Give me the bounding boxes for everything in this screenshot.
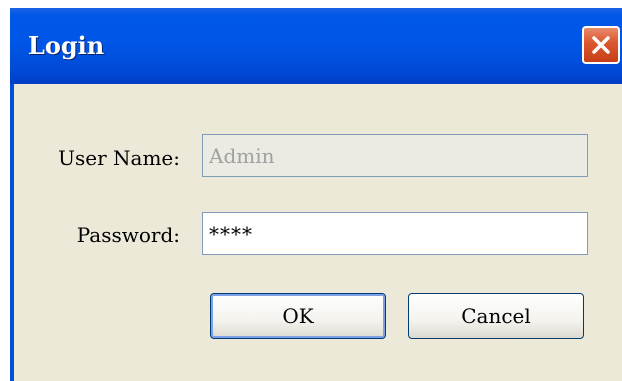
- window-frame: [10, 84, 14, 381]
- close-button[interactable]: [582, 26, 620, 64]
- login-dialog: Login User Name: Password: OK Cancel: [10, 8, 622, 381]
- password-label: Password:: [76, 223, 180, 247]
- username-label: User Name:: [58, 146, 180, 170]
- password-field[interactable]: [202, 212, 588, 255]
- username-field: [202, 134, 588, 177]
- close-icon: [592, 36, 610, 54]
- title-bar[interactable]: Login: [10, 8, 622, 84]
- window-title: Login: [28, 31, 105, 60]
- ok-button[interactable]: OK: [210, 293, 386, 339]
- cancel-button[interactable]: Cancel: [408, 293, 584, 339]
